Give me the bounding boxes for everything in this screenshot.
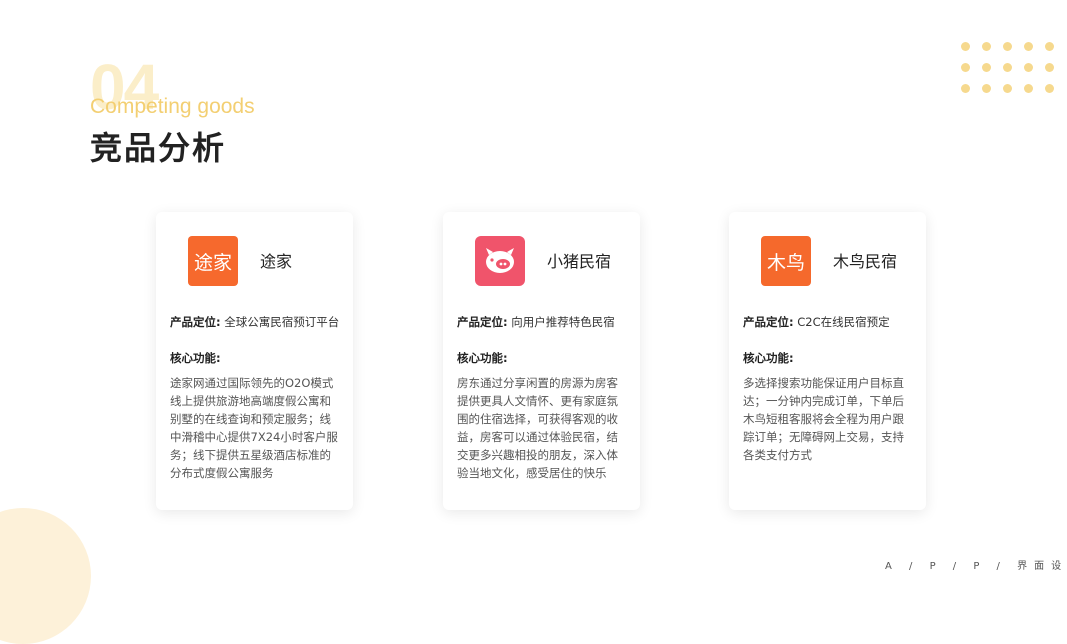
decorative-dot [1045,42,1054,51]
competitor-card-tujia: 途家 途家 产品定位: 全球公寓民宿预订平台 核心功能: 途家网通过国际领先的O… [156,212,353,510]
decorative-dot [1003,84,1012,93]
decorative-dot [1024,63,1033,72]
decorative-dot [982,84,991,93]
muniao-logo: 木鸟 [761,236,811,286]
decorative-dot [1003,63,1012,72]
pig-icon [486,248,514,273]
core-features-label: 核心功能: [457,351,508,365]
xiaozhu-pig-logo-icon [475,236,525,286]
core-features-label: 核心功能: [170,351,221,365]
muniao-logo-text: 木鸟 [766,251,805,274]
positioning-value: 全球公寓民宿预订平台 [224,315,340,329]
decorative-dot [1045,63,1054,72]
section-subtitle: Competing goods [90,95,255,118]
positioning-value: C2C在线民宿预定 [797,315,890,329]
decorative-dot [1024,84,1033,93]
decorative-dot [961,63,970,72]
decorative-dot [982,42,991,51]
positioning: 产品定位: C2C在线民宿预定 [743,315,890,330]
core-features-label: 核心功能: [743,351,794,365]
competitor-name: 途家 [260,252,293,271]
core-features-description: 途家网通过国际领先的O2O模式线上提供旅游地高端度假公寓和别墅的在线查询和预定服… [170,376,338,480]
page-title: 竞品分析 [90,129,227,167]
positioning-value: 向用户推荐特色民宿 [511,315,615,329]
decorative-circle [0,508,91,644]
positioning-label: 产品定位: [743,315,794,329]
competitor-card-xiaozhu: 小猪民宿 产品定位: 向用户推荐特色民宿 核心功能: 房东通过分享闲置的房源为房… [443,212,640,510]
decorative-dot [982,63,991,72]
core-features-description: 多选择搜索功能保证用户目标直达；一分钟内完成订单，下单后木鸟短租客服将会全程为用… [743,376,904,462]
decorative-dot [1024,42,1033,51]
decorative-dot [1003,42,1012,51]
decorative-dot [1045,84,1054,93]
tujia-logo-text: 途家 [193,251,232,274]
positioning-label: 产品定位: [457,315,508,329]
footer-tag: A / P / P / 界面设计 [885,561,1067,572]
competitor-name: 小猪民宿 [547,252,612,271]
positioning: 产品定位: 全球公寓民宿预订平台 [170,315,340,330]
decorative-dot [961,42,970,51]
decorative-dot [961,84,970,93]
decorative-dot-grid [961,42,1061,102]
positioning: 产品定位: 向用户推荐特色民宿 [457,315,615,330]
positioning-label: 产品定位: [170,315,221,329]
core-features-description: 房东通过分享闲置的房源为房客提供更具人文情怀、更有家庭氛围的住宿选择，可获得客观… [457,376,618,480]
competitor-name: 木鸟民宿 [833,252,898,271]
competitor-card-muniao: 木鸟 木鸟民宿 产品定位: C2C在线民宿预定 核心功能: 多选择搜索功能保证用… [729,212,926,510]
tujia-logo: 途家 [188,236,238,286]
